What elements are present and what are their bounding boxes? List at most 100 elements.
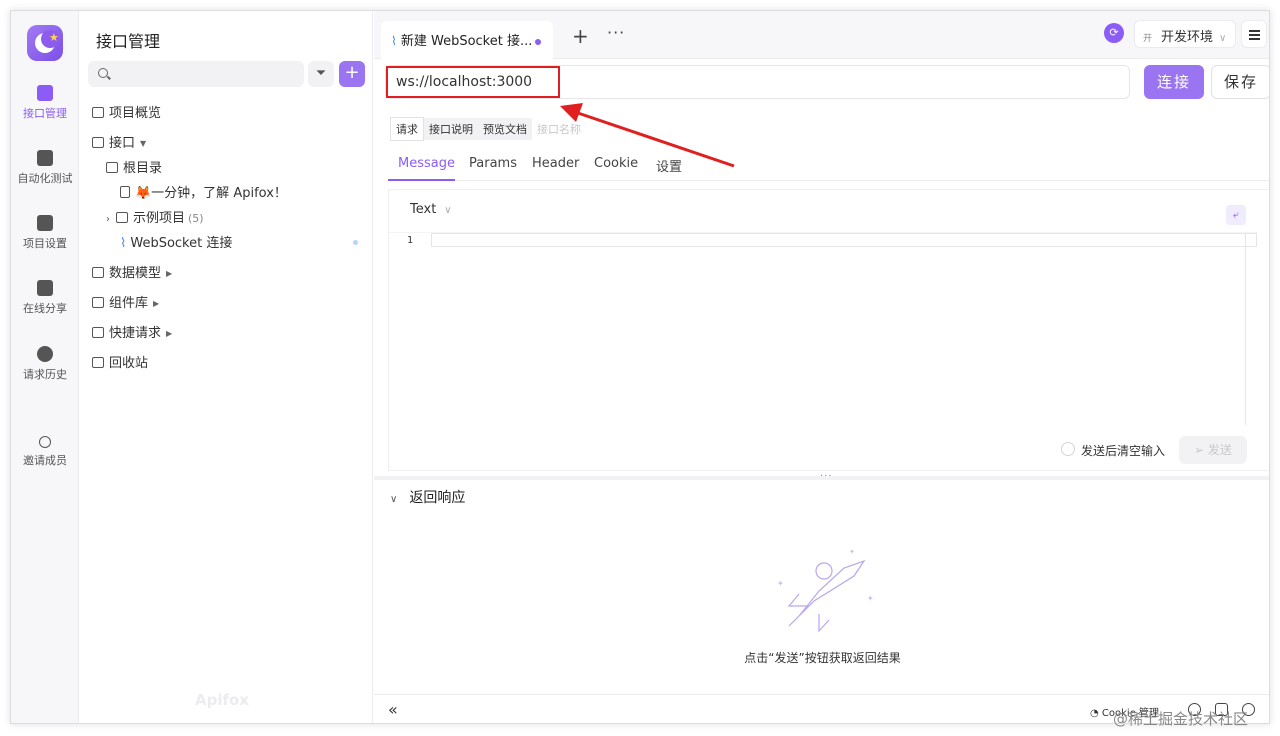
websocket-icon: ⌇ (391, 34, 397, 48)
svg-text:✦: ✦ (777, 579, 784, 588)
caret-right-icon: ▶ (166, 269, 173, 278)
svg-text:✦: ✦ (867, 594, 874, 603)
tree-node-label: 回收站 (109, 356, 149, 371)
response-title: 返回响应 (409, 490, 466, 506)
tree-node-label: 根目录 (123, 161, 163, 176)
environment-select[interactable]: 开开发环境 ∨ (1134, 20, 1236, 48)
folder-icon (116, 212, 128, 223)
markdown-icon (120, 186, 130, 198)
tree-node-quick-request[interactable]: 快捷请求 ▶ (92, 322, 172, 341)
panel-title: 接口管理 (96, 32, 161, 51)
send-button[interactable]: ➢ 发送 (1179, 436, 1247, 464)
rail-item-share[interactable]: 在线分享 (11, 280, 79, 316)
menu-button[interactable] (1241, 20, 1267, 48)
rocket-illustration: ✦ ✦ ✦ (777, 548, 874, 633)
rail-item-settings[interactable]: 项目设置 (11, 215, 79, 251)
tree-node-websocket[interactable]: ⌇ WebSocket 连接 (120, 232, 232, 251)
tree-node-root[interactable]: 根目录 (106, 157, 162, 176)
subtab-preview[interactable]: 预览文档 (478, 118, 532, 140)
tree-node-components[interactable]: 组件库 ▶ (92, 292, 159, 311)
url-bar (385, 65, 1130, 99)
rail-label: 项目设置 (23, 237, 67, 250)
chevron-down-icon: ∨ (390, 494, 398, 505)
rail-label: 接口管理 (23, 107, 67, 120)
tab-settings[interactable]: 设置 (656, 156, 682, 175)
svg-text:✦: ✦ (849, 548, 855, 556)
request-tabs: Message Params Header Cookie 设置 (388, 151, 1269, 181)
tree-node-label: WebSocket 连接 (130, 236, 233, 251)
history-icon (37, 346, 53, 362)
tree-node-label: 示例项目 (133, 211, 186, 226)
line-number: 1 (407, 235, 414, 246)
rail-item-api[interactable]: 接口管理 (11, 85, 79, 121)
api-name-input[interactable]: 接口名称 (532, 118, 586, 140)
connect-button[interactable]: 连接 (1144, 65, 1204, 99)
sync-icon[interactable]: ⟳ (1104, 23, 1124, 43)
tab-cookie[interactable]: Cookie (594, 156, 638, 171)
caret-down-icon: ▼ (140, 139, 147, 148)
tree-node-trash[interactable]: 回收站 (92, 352, 148, 371)
api-icon (37, 85, 53, 101)
tree-node-schemas[interactable]: 数据模型 ▶ (92, 262, 172, 281)
send-icon: ➢ (1194, 443, 1208, 457)
tab-message[interactable]: Message (398, 156, 455, 171)
unsaved-dot (353, 240, 358, 245)
clear-after-send-checkbox[interactable] (1061, 442, 1075, 456)
tree-node-label: 接口 (109, 136, 136, 151)
tab-params[interactable]: Params (469, 156, 517, 171)
tree-node-sample-project[interactable]: › 示例项目 (5) (106, 207, 204, 226)
chevron-down-icon: ∨ (444, 205, 452, 216)
env-name: 开发环境 (1161, 30, 1214, 45)
search-input[interactable] (88, 61, 304, 87)
filter-button[interactable]: ⏷ (308, 61, 334, 87)
folder-icon (106, 162, 118, 173)
format-select[interactable]: Text ∨ (410, 202, 452, 217)
caret-right-icon: ▶ (153, 299, 160, 308)
tab-websocket[interactable]: ⌇ 新建 WebSocket 接... (381, 21, 553, 59)
trash-icon (92, 357, 104, 368)
active-tab-indicator (388, 179, 455, 181)
settings-icon (37, 215, 53, 231)
tab-header[interactable]: Header (532, 156, 579, 171)
cube-icon (92, 267, 104, 278)
rail-item-automation[interactable]: 自动化测试 (11, 150, 79, 186)
main-panel: ⌇新建 WebSocket 接... + ··· ⟳ 开开发环境∨ 连接 保存 … (374, 11, 1269, 723)
tree-node-intro-doc[interactable]: 🦊一分钟，了解 Apifox！ (120, 182, 287, 201)
tree-node-label: 组件库 (109, 296, 149, 311)
left-rail: ★ 接口管理 自动化测试 项目设置 在线分享 请求历史 邀请成员 (11, 11, 79, 723)
chevron-down-icon: ∨ (1219, 33, 1227, 44)
add-button[interactable]: + (339, 61, 365, 87)
resize-grip[interactable]: ··· (820, 471, 833, 482)
new-tab-button[interactable]: + (572, 24, 589, 48)
tab-bar: ⌇ 新建 WebSocket 接... + ··· ⟳ 开开发环境 ∨ (374, 11, 1269, 59)
wrap-icon: ⤶ (1232, 208, 1240, 221)
tree-node-label: 数据模型 (109, 266, 162, 281)
rail-label: 请求历史 (23, 368, 67, 381)
tree-node-label: 项目概览 (109, 106, 162, 121)
collapse-sidebar-button[interactable]: « (388, 700, 398, 719)
chevron-right-icon: › (106, 214, 110, 225)
subtab-request[interactable]: 请求 (390, 117, 424, 141)
lightning-icon (92, 327, 104, 338)
response-header[interactable]: ∨ 返回响应 (390, 487, 465, 507)
layers-icon (92, 297, 104, 308)
tree-node-label: 🦊一分钟，了解 Apifox！ (135, 186, 287, 201)
rail-item-invite[interactable]: 邀请成员 (11, 436, 79, 468)
tree-node-api[interactable]: 接口 ▼ (92, 132, 146, 151)
brand-watermark: Apifox (195, 691, 249, 709)
unsaved-dot (535, 39, 541, 45)
websocket-icon: ⌇ (120, 236, 127, 251)
rail-item-history[interactable]: 请求历史 (11, 346, 79, 382)
more-tabs-button[interactable]: ··· (607, 23, 625, 42)
url-input[interactable] (386, 66, 560, 98)
code-editor[interactable]: 1 (389, 232, 1258, 425)
wrap-toggle-button[interactable]: ⤶ (1226, 205, 1246, 225)
app-window: ★ 接口管理 自动化测试 项目设置 在线分享 请求历史 邀请成员 接口管理 ⏷ … (10, 10, 1270, 724)
automation-icon (37, 150, 53, 166)
save-button[interactable]: 保存 (1211, 65, 1269, 99)
tree-node-overview[interactable]: 项目概览 (92, 102, 161, 121)
editor-scrollbar[interactable] (1245, 233, 1246, 425)
clear-after-send-label: 发送后清空输入 (1081, 444, 1166, 458)
subtab-api-desc[interactable]: 接口说明 (424, 118, 478, 140)
api-folder-icon (92, 137, 104, 148)
